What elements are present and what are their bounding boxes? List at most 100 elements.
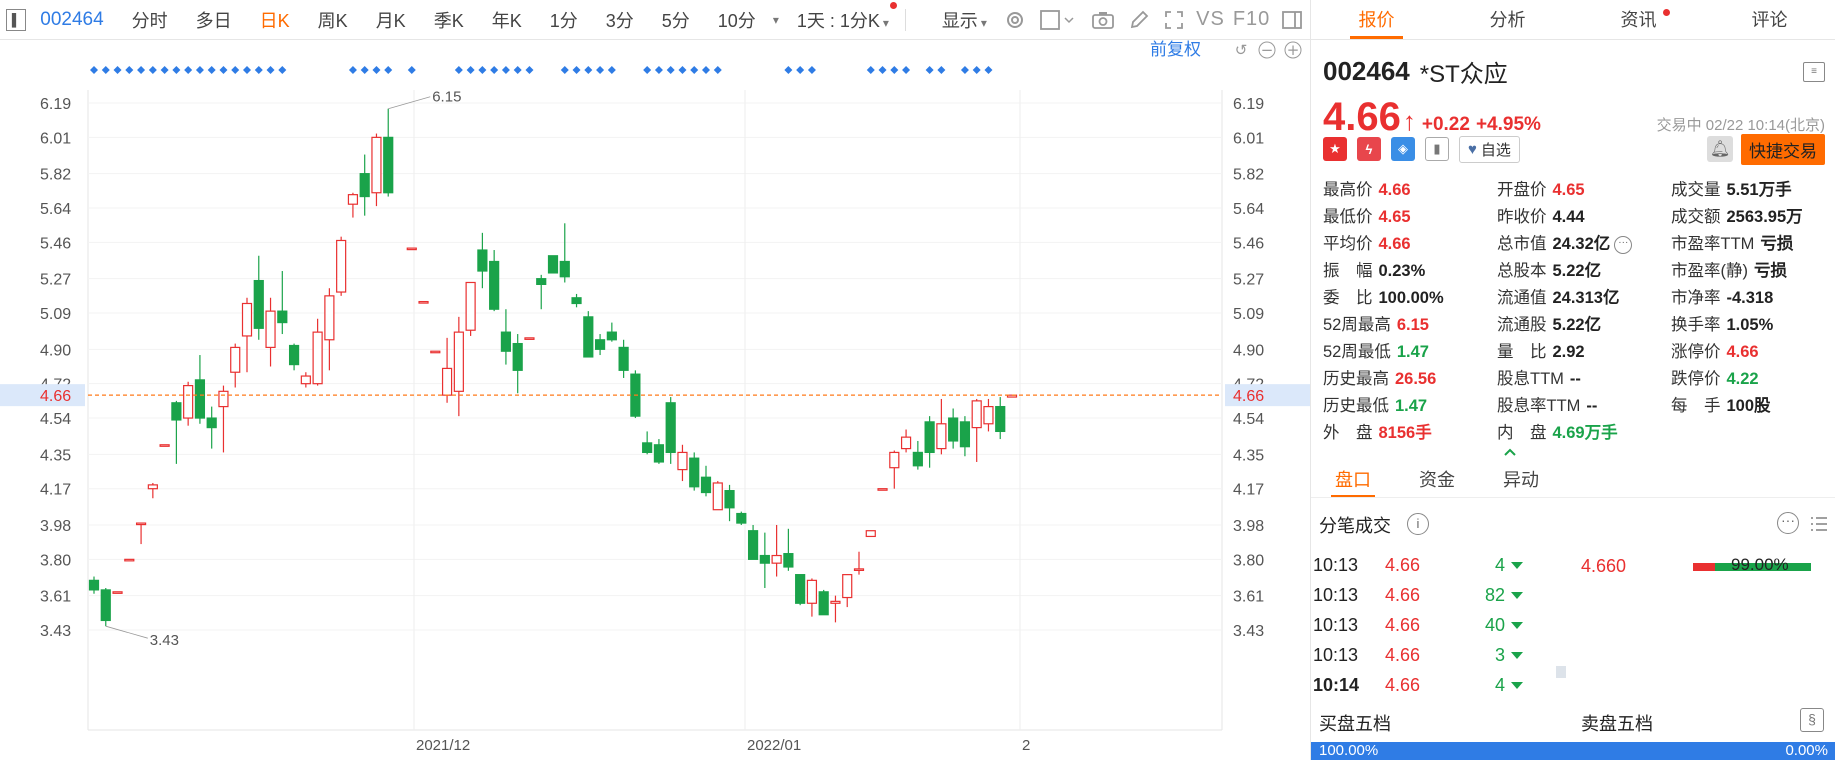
detail-toggle-icon[interactable]: ≡ (1803, 61, 1825, 82)
display-select[interactable]: 显示 ▾ (932, 7, 997, 33)
chevron-down-icon[interactable]: ▾ (773, 13, 779, 27)
compare-button[interactable]: VS (1196, 8, 1225, 31)
sidebar-toggle-icon[interactable]: ▌ (6, 8, 27, 31)
zoom-out-icon-glyph: − (1261, 41, 1274, 59)
tick-row: 10:13 4.66 82 (1313, 580, 1533, 610)
stat-item: 涨停价 4.66 (1671, 340, 1831, 364)
quote-tab[interactable]: 资讯 (1573, 0, 1704, 39)
adjust-price-button[interactable]: 前复权 (1150, 40, 1201, 59)
more-icon[interactable]: ··· (1614, 235, 1633, 254)
settings-icon[interactable] (1003, 7, 1027, 33)
candle-body (618, 346, 629, 371)
quote-tab[interactable]: 报价 (1311, 0, 1442, 39)
stat-item: 外 盘 8156手 (1323, 421, 1497, 445)
list-view-icon[interactable] (1809, 514, 1829, 534)
candle-body (830, 600, 841, 604)
candle-body (88, 579, 100, 591)
camera-icon[interactable] (1091, 7, 1115, 33)
limit-up-marker (125, 66, 134, 74)
period-tab[interactable]: 年K (478, 7, 536, 33)
y-tick-label: 5.27 (1233, 272, 1264, 289)
sell-arrow-icon (1511, 681, 1523, 689)
period-tab[interactable]: 月K (362, 7, 420, 33)
stat-label: 最高价 (1323, 181, 1373, 199)
f10-button[interactable]: F10 (1233, 8, 1270, 31)
low-annotation: 3.43 (150, 632, 179, 649)
candle-body (948, 417, 959, 442)
scrollbar[interactable] (1556, 666, 1566, 678)
candle-body (147, 484, 158, 490)
candle-body (100, 589, 111, 622)
add-watchlist-button[interactable]: ♥ 自选 (1459, 135, 1520, 163)
quote-tab[interactable]: 评论 (1704, 0, 1835, 39)
kline-chart[interactable]: 6.19 6.19 6.01 6.01 5.82 5.82 5.64 5.64 5.46 5.46… (0, 40, 1310, 760)
period-tab[interactable]: 日K (246, 7, 304, 33)
stat-value: 0.23% (1378, 262, 1426, 280)
y-tick-label: 5.27 (40, 272, 71, 289)
candle-body (559, 260, 570, 278)
lightning-icon[interactable]: ϟ (1357, 137, 1381, 161)
chart-style-select[interactable] (1039, 7, 1079, 33)
limit-up-marker (666, 66, 675, 74)
limit-up-marker (184, 66, 193, 74)
toolbar-stock-code[interactable]: 002464 (40, 9, 103, 31)
period-tab[interactable]: 5分 (648, 7, 704, 33)
period-tab[interactable]: 3分 (592, 7, 648, 33)
fullscreen-icon[interactable] (1162, 7, 1186, 33)
limit-up-marker (372, 66, 381, 74)
more-icon[interactable]: ··· (1777, 512, 1799, 534)
y-tick-label: 5.64 (40, 201, 71, 218)
panel-layout-icon[interactable] (1280, 7, 1304, 33)
bookmark-icon[interactable]: ▮ (1425, 137, 1449, 161)
period-tab[interactable]: 周K (304, 7, 362, 33)
candle-body (959, 421, 971, 448)
limit-up-marker (172, 66, 181, 74)
chart-toolbar: ▌ 002464 分时 多日 日K 周K 月K 季K 年K 1分 3分 5分 10分 ▾ 1天 : 1… (0, 0, 1310, 40)
period-tab[interactable]: 10分 (704, 7, 770, 33)
low-annotation-line (105, 625, 148, 639)
tag-icon[interactable]: ◈ (1391, 137, 1415, 161)
trade-status-time: 交易中 02/22 10:14(北京) (1656, 117, 1825, 134)
info-icon[interactable]: i (1407, 513, 1429, 535)
price-change: +0.22 (1421, 114, 1470, 135)
candle-body (842, 574, 853, 599)
period-tab[interactable]: 季K (420, 7, 478, 33)
draw-pencil-icon[interactable] (1127, 7, 1151, 33)
stat-value: 5.22亿 (1552, 262, 1602, 280)
stat-item: 振 幅 0.23% (1323, 259, 1497, 283)
candle-body (724, 490, 735, 509)
candle-body (806, 579, 818, 604)
interval-select[interactable]: 1天 : 1分K ▾ (787, 7, 899, 33)
candle-body (347, 194, 359, 205)
limit-up-marker (243, 66, 251, 74)
quote-tab[interactable]: 分析 (1442, 0, 1573, 39)
stat-label: 委 比 (1323, 289, 1373, 307)
candle-body (583, 316, 594, 358)
section-tab[interactable]: 盘口 (1311, 462, 1395, 497)
section-tab[interactable]: 资金 (1395, 462, 1479, 497)
stat-value: 亏损 (1754, 262, 1787, 280)
stat-item: 股息TTM -- (1497, 367, 1671, 391)
y-tick-label: 6.01 (1233, 130, 1264, 147)
candle-body (336, 239, 347, 293)
bell-icon[interactable]: 🔔︎ (1707, 136, 1733, 162)
y-tick-label: 4.90 (40, 342, 71, 359)
limit-up-marker (584, 66, 593, 74)
tick-time: 10:13 (1313, 644, 1359, 665)
period-tab[interactable]: 多日 (182, 7, 246, 33)
section-tab[interactable]: 异动 (1479, 462, 1563, 497)
stat-value: 100.00% (1378, 289, 1444, 307)
limit-up-marker (148, 66, 157, 74)
candle-body (853, 568, 865, 571)
quick-trade-button[interactable]: 快捷交易 (1741, 133, 1825, 165)
period-tabs: 分时 多日 日K 周K 月K 季K 年K 1分 3分 5分 10分 ▾ (118, 7, 787, 33)
candle-body (712, 482, 723, 511)
tick-row: 10:13 4.66 3 (1313, 640, 1533, 670)
stat-label: 市盈率TTM (1671, 235, 1755, 253)
order-book-toggle-icon[interactable]: § (1800, 708, 1824, 732)
stat-value: 24.313亿 (1552, 289, 1620, 307)
period-tab[interactable]: 分时 (118, 7, 182, 33)
section-tabs: 盘口 资金 异动 (1311, 462, 1835, 498)
chevron-up-icon[interactable] (1503, 444, 1517, 458)
period-tab[interactable]: 1分 (536, 7, 592, 33)
